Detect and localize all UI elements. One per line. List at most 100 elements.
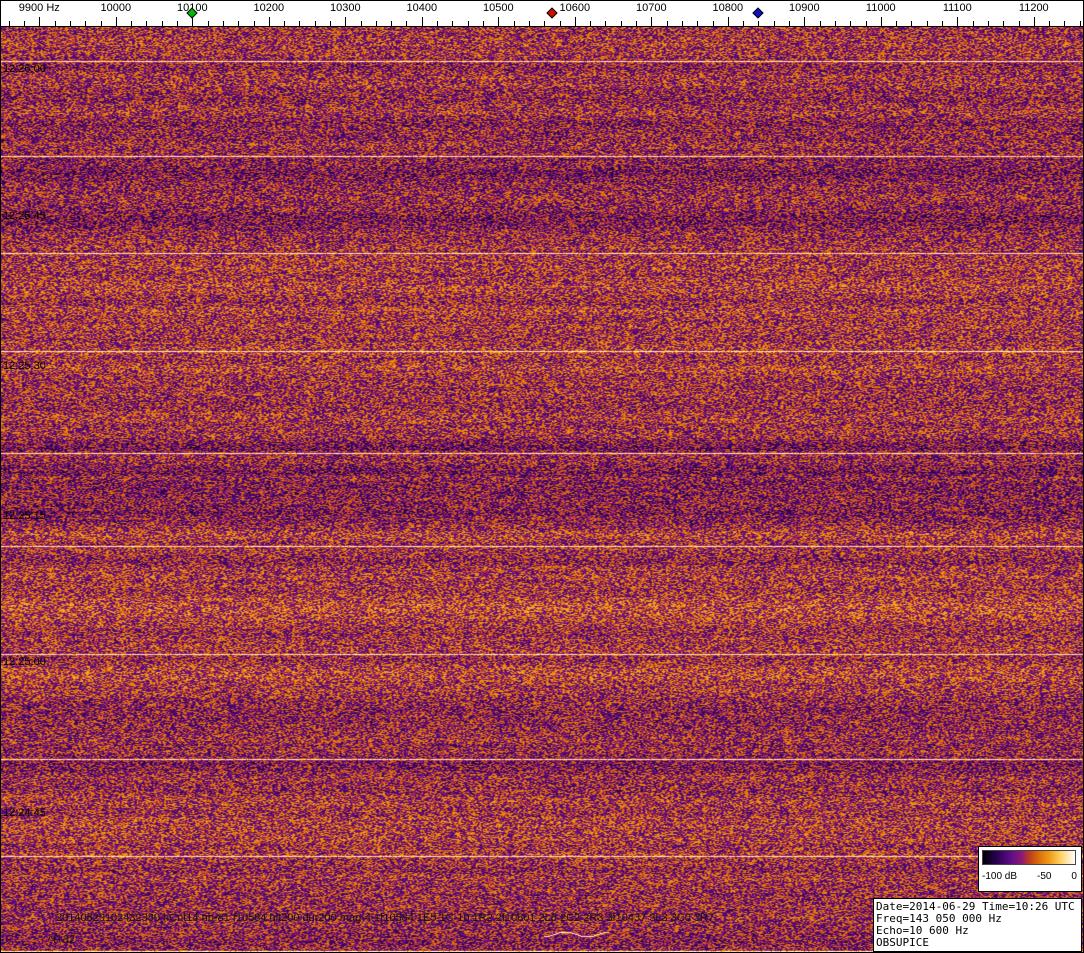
freq-major-tick bbox=[880, 17, 882, 26]
freq-minor-tick bbox=[865, 21, 867, 26]
freq-minor-tick bbox=[238, 21, 240, 26]
freq-tick-label: 10000 bbox=[100, 2, 132, 14]
freq-minor-tick bbox=[284, 21, 286, 26]
freq-minor-tick bbox=[437, 21, 439, 26]
freq-minor-tick bbox=[54, 21, 56, 26]
freq-major-tick bbox=[651, 17, 653, 26]
freq-minor-tick bbox=[100, 21, 102, 26]
freq-major-tick bbox=[574, 17, 576, 26]
freq-minor-tick bbox=[559, 21, 561, 26]
freq-minor-tick bbox=[1003, 21, 1005, 26]
freq-minor-tick bbox=[972, 21, 974, 26]
cursor-annotation-text: ^t+32 bbox=[48, 934, 75, 946]
colormap-gradient-bar bbox=[982, 850, 1076, 865]
freq-minor-tick bbox=[513, 21, 515, 26]
freq-minor-tick bbox=[834, 21, 836, 26]
freq-minor-tick bbox=[789, 21, 790, 26]
freq-minor-tick bbox=[926, 21, 928, 26]
freq-minor-tick bbox=[636, 21, 637, 26]
freq-major-tick bbox=[268, 17, 270, 26]
freq-major-tick bbox=[1033, 17, 1035, 26]
marker-red-diamond[interactable] bbox=[546, 7, 558, 19]
freq-tick-label: 10900 bbox=[789, 2, 820, 14]
freq-tick-label: 10300 bbox=[330, 2, 361, 14]
time-tick-label: 12:25:00 bbox=[3, 656, 46, 668]
freq-minor-tick bbox=[314, 21, 316, 26]
freq-minor-tick bbox=[467, 21, 469, 26]
freq-major-tick bbox=[498, 17, 500, 26]
freq-minor-tick bbox=[146, 21, 148, 26]
frequency-ruler[interactable]: 9900 Hz100001010010200103001040010500106… bbox=[1, 1, 1083, 27]
freq-minor-tick bbox=[161, 21, 163, 26]
freq-minor-tick bbox=[1049, 21, 1050, 26]
freq-tick-label: 9900 Hz bbox=[18, 2, 60, 14]
freq-tick-label: 11200 bbox=[1018, 2, 1049, 14]
freq-tick-label: 11100 bbox=[942, 2, 972, 14]
freq-minor-tick bbox=[987, 21, 989, 26]
freq-tick-label: 10600 bbox=[559, 2, 591, 14]
freq-tick-label: 10800 bbox=[712, 2, 744, 14]
freq-major-tick bbox=[804, 17, 806, 26]
spectrogram-canvas[interactable] bbox=[1, 27, 1083, 952]
freq-minor-tick bbox=[773, 21, 775, 26]
db-scale-box: -100 dB -50 0 bbox=[978, 846, 1082, 892]
freq-minor-tick bbox=[544, 21, 546, 26]
db-label-max: 0 bbox=[1071, 871, 1077, 882]
freq-minor-tick bbox=[942, 21, 943, 26]
freq-minor-tick bbox=[666, 21, 668, 26]
freq-minor-tick bbox=[207, 21, 209, 26]
detection-log-text: 20140629102432380 hCnt14 nb-81 f10584 hi… bbox=[56, 912, 715, 924]
freq-minor-tick bbox=[819, 21, 821, 26]
time-tick-label: 12:25:45 bbox=[3, 210, 46, 222]
freq-tick-label: 10400 bbox=[406, 2, 438, 14]
freq-minor-tick bbox=[375, 21, 377, 26]
freq-minor-tick bbox=[605, 21, 607, 26]
db-label-mid: -50 bbox=[1037, 871, 1052, 882]
freq-minor-tick bbox=[8, 21, 10, 26]
freq-minor-tick bbox=[131, 21, 133, 26]
freq-minor-tick bbox=[360, 21, 362, 26]
freq-minor-tick bbox=[896, 21, 898, 26]
time-tick-label: 12:25:15 bbox=[3, 510, 46, 522]
freq-minor-tick bbox=[850, 21, 852, 26]
info-station: OBSUPICE bbox=[876, 936, 929, 949]
freq-minor-tick bbox=[482, 21, 484, 26]
freq-tick-label: 10700 bbox=[636, 2, 667, 14]
time-tick-label: 12:26:00 bbox=[3, 63, 46, 75]
freq-minor-tick bbox=[620, 21, 622, 26]
freq-tick-label: 10500 bbox=[483, 2, 514, 14]
info-box: Date=2014-06-29 Time=10:26 UTC Freq=143 … bbox=[873, 898, 1082, 952]
freq-minor-tick bbox=[1018, 21, 1020, 26]
freq-minor-tick bbox=[85, 21, 87, 26]
freq-tick-label: 10200 bbox=[253, 2, 285, 14]
freq-major-tick bbox=[957, 17, 959, 26]
db-scale-labels: -100 dB -50 0 bbox=[982, 871, 1077, 882]
freq-major-tick bbox=[345, 17, 347, 26]
freq-minor-tick bbox=[299, 21, 301, 26]
freq-minor-tick bbox=[590, 21, 591, 26]
freq-minor-tick bbox=[681, 21, 683, 26]
freq-minor-tick bbox=[1079, 21, 1081, 26]
freq-minor-tick bbox=[697, 21, 699, 26]
time-tick-label: 12:24:45 bbox=[3, 807, 46, 819]
freq-tick-label: 11000 bbox=[865, 2, 896, 14]
freq-major-tick bbox=[421, 17, 423, 26]
freq-minor-tick bbox=[712, 21, 714, 26]
freq-major-tick bbox=[115, 17, 117, 26]
freq-minor-tick bbox=[1064, 21, 1066, 26]
freq-minor-tick bbox=[528, 21, 530, 26]
freq-minor-tick bbox=[406, 21, 408, 26]
freq-minor-tick bbox=[452, 21, 454, 26]
freq-major-tick bbox=[727, 17, 729, 26]
freq-minor-tick bbox=[69, 21, 71, 26]
freq-major-tick bbox=[39, 17, 41, 26]
freq-minor-tick bbox=[911, 21, 913, 26]
marker-blue-diamond[interactable] bbox=[752, 7, 765, 19]
db-label-min: -100 dB bbox=[982, 871, 1018, 882]
spectrogram-app: 9900 Hz100001010010200103001040010500106… bbox=[0, 0, 1084, 953]
freq-minor-tick bbox=[758, 21, 760, 26]
freq-minor-tick bbox=[253, 21, 255, 26]
freq-minor-tick bbox=[23, 21, 25, 26]
freq-minor-tick bbox=[391, 21, 393, 26]
time-tick-label: 12:25:30 bbox=[3, 360, 46, 372]
